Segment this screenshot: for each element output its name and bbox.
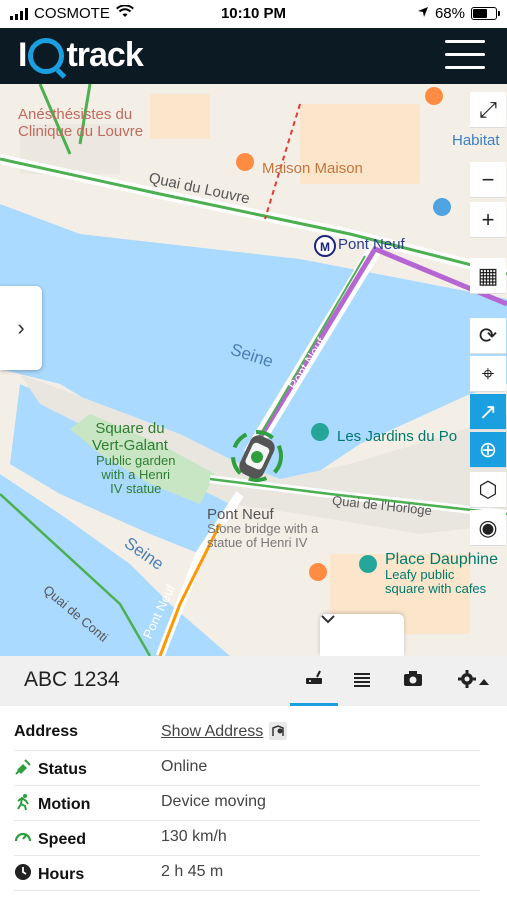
- tag-icon: ⬡: [478, 476, 498, 502]
- device-tab[interactable]: [290, 656, 338, 706]
- zoom-out-button[interactable]: −: [470, 162, 506, 198]
- map-label-clinic: Anésthésistes du Clinique du Louvre: [18, 106, 144, 140]
- logo-text-left: I: [18, 36, 28, 74]
- hours-value: 2 h 45 m: [161, 863, 224, 880]
- location-pin-icon: ⌖: [481, 360, 495, 386]
- fullscreen-button[interactable]: ⤢: [470, 92, 506, 128]
- zoom-out-icon: −: [481, 166, 495, 192]
- menu-line: [445, 40, 485, 43]
- tag-button[interactable]: ⬡: [470, 472, 506, 508]
- map-view[interactable]: M Anésthésistes du Clinique du Louvre Ma…: [0, 84, 507, 656]
- camera-icon: [403, 670, 423, 692]
- satellite-icon: [14, 758, 32, 781]
- menu-line: [445, 53, 485, 56]
- list-icon: [353, 671, 371, 692]
- speed-value: 130 km/h: [161, 828, 227, 845]
- status-right: 68%: [417, 5, 500, 22]
- speed-label: Speed: [14, 828, 86, 851]
- map-search-icon[interactable]: [269, 722, 287, 745]
- device-info-list: Address Show Address Status Online Motio…: [14, 716, 480, 891]
- eye-icon: ◉: [478, 514, 498, 540]
- map-label-pont-neuf-desc: Stone bridge with a statue of Henri IV: [207, 521, 319, 550]
- route-button[interactable]: ⟳: [470, 318, 506, 354]
- status-bar: COSMOTE 10:10 PM 68%: [0, 0, 507, 28]
- list-tab[interactable]: [338, 656, 386, 706]
- battery-level: [473, 9, 487, 18]
- crosshair-button[interactable]: ⊕: [470, 432, 506, 468]
- trend-icon: ↗: [478, 398, 498, 424]
- device-plate: ABC 1234: [24, 668, 120, 691]
- eye-button[interactable]: ◉: [470, 510, 506, 546]
- logo-text-right: track: [66, 36, 143, 74]
- device-panel: ABC 1234 Address Show Address Status Onl…: [0, 656, 507, 900]
- zoom-in-icon: +: [481, 206, 495, 232]
- status-label: Status: [14, 758, 87, 781]
- logo-mark-icon: [28, 37, 65, 74]
- location-pin-button[interactable]: ⌖: [470, 356, 506, 392]
- map-label-maison: Maison Maison: [262, 160, 363, 177]
- status-value: Online: [161, 758, 208, 775]
- address-label: Address: [14, 723, 79, 740]
- map-label-square: Square du Vert-Galant: [92, 420, 168, 454]
- clock-icon: [14, 863, 32, 886]
- fullscreen-icon: ⤢: [479, 96, 497, 122]
- zoom-in-button[interactable]: +: [470, 202, 506, 238]
- crosshair-icon: ⊕: [478, 436, 498, 462]
- hours-label: Hours: [14, 863, 84, 886]
- map-label-square-desc: Public garden with a Henri IV statue: [96, 453, 176, 496]
- router-icon: [304, 668, 324, 691]
- motion-value: Device moving: [161, 793, 266, 810]
- route-icon: ⟳: [478, 322, 498, 348]
- caret-up-icon: [478, 672, 489, 690]
- trend-button[interactable]: ↗: [470, 394, 506, 430]
- map-label-pont-neuf-metro: Pont Neuf: [338, 236, 405, 253]
- show-address-link[interactable]: Show Address: [161, 723, 263, 741]
- gear-icon: [457, 669, 476, 693]
- panel-header: ABC 1234: [0, 656, 507, 706]
- collapse-map-button[interactable]: [320, 614, 404, 656]
- map-layers-button[interactable]: ▦: [470, 258, 506, 294]
- map-label-habitat: Habitat: [452, 132, 500, 149]
- motion-row: Motion Device moving: [14, 786, 480, 821]
- app-logo: I track: [18, 36, 144, 75]
- settings-tab[interactable]: [448, 656, 498, 706]
- running-icon: [14, 793, 32, 816]
- menu-button[interactable]: [445, 40, 485, 70]
- address-row: Address Show Address: [14, 716, 480, 751]
- menu-line: [445, 66, 485, 69]
- motion-label: Motion: [14, 793, 90, 816]
- speedometer-icon: [14, 828, 32, 851]
- svg-text:M: M: [320, 240, 330, 254]
- speed-row: Speed 130 km/h: [14, 821, 480, 856]
- hours-row: Hours 2 h 45 m: [14, 856, 480, 891]
- battery-icon: [471, 7, 500, 20]
- status-row: Status Online: [14, 751, 480, 786]
- location-arrow-icon: [417, 5, 429, 22]
- app-header: I track: [0, 28, 507, 84]
- battery-percent: 68%: [434, 5, 465, 22]
- map-label-jardins: Les Jardins du Po: [337, 428, 458, 445]
- chevron-right-icon: ›: [17, 315, 25, 340]
- map-label-place-desc: Leafy public square with cafes: [385, 567, 487, 596]
- camera-tab[interactable]: [389, 656, 437, 706]
- expand-sidebar-button[interactable]: ›: [0, 286, 42, 370]
- map-layers-icon: ▦: [477, 262, 499, 288]
